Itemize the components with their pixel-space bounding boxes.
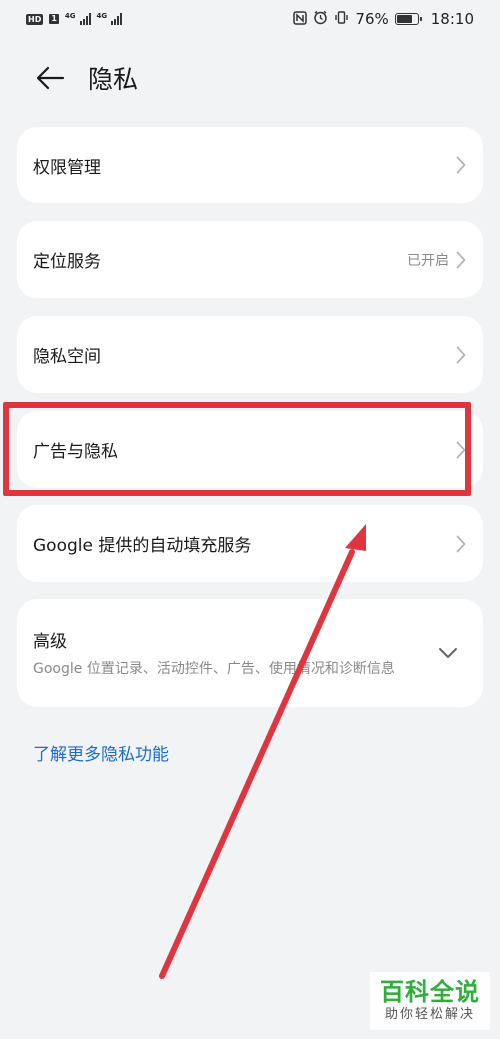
chevron-down-icon: [437, 646, 459, 660]
arrow-left-icon: [36, 66, 65, 90]
chevron-right-icon: [455, 156, 467, 174]
signal-icon: [79, 13, 91, 25]
battery-icon: [394, 13, 422, 25]
chevron-right-icon: [455, 251, 467, 269]
private-space-item[interactable]: 隐私空间: [17, 316, 483, 393]
status-right: 76% 18:10: [293, 10, 474, 28]
watermark: 百科全说 助你轻松解决: [370, 972, 490, 1030]
sim-number: 1: [49, 14, 59, 24]
learn-more-link[interactable]: 了解更多隐私功能: [33, 740, 169, 765]
item-label: 隐私空间: [33, 347, 101, 367]
chevron-right-icon: [455, 441, 467, 459]
permission-management-item[interactable]: 权限管理: [17, 127, 483, 203]
battery-fill: [396, 15, 412, 23]
google-autofill-item[interactable]: Google 提供的自动填充服务: [17, 505, 483, 582]
advanced-title: 高级: [33, 631, 67, 652]
location-services-item[interactable]: 定位服务 已开启: [17, 221, 483, 298]
item-label: 广告与隐私: [33, 442, 118, 462]
signal-icon: [111, 13, 123, 25]
item-label: 定位服务: [33, 252, 101, 272]
page-title: 隐私: [88, 65, 139, 94]
status-time: 18:10: [430, 10, 474, 28]
advanced-text: 高级 Google 位置记录、活动控件、广告、使用情况和诊断信息: [33, 627, 437, 680]
alarm-icon: [313, 10, 328, 28]
advanced-item[interactable]: 高级 Google 位置记录、活动控件、广告、使用情况和诊断信息: [17, 599, 483, 707]
watermark-subtitle: 助你轻松解决: [384, 1007, 475, 1022]
network-type-2: 4G: [96, 12, 108, 20]
status-left: HD 1 4G 4G: [26, 12, 123, 25]
watermark-title: 百科全说: [380, 978, 480, 1006]
chevron-right-icon: [455, 346, 467, 364]
item-label: Google 提供的自动填充服务: [33, 536, 252, 556]
vibrate-icon: [334, 10, 349, 28]
location-status: 已开启: [407, 252, 449, 269]
network-type-1: 4G: [64, 12, 76, 20]
advanced-description: Google 位置记录、活动控件、广告、使用情况和诊断信息: [33, 660, 395, 677]
page-header: 隐私: [0, 50, 500, 106]
nfc-icon: [293, 10, 308, 28]
status-bar: HD 1 4G 4G 76% 18:10: [0, 0, 500, 38]
back-button[interactable]: [30, 58, 70, 98]
ads-and-privacy-item[interactable]: 广告与隐私: [17, 411, 483, 488]
chevron-right-icon: [455, 535, 467, 553]
hd-badge: HD: [26, 13, 44, 25]
item-label: 权限管理: [33, 157, 101, 178]
battery-percent: 76%: [355, 10, 389, 28]
